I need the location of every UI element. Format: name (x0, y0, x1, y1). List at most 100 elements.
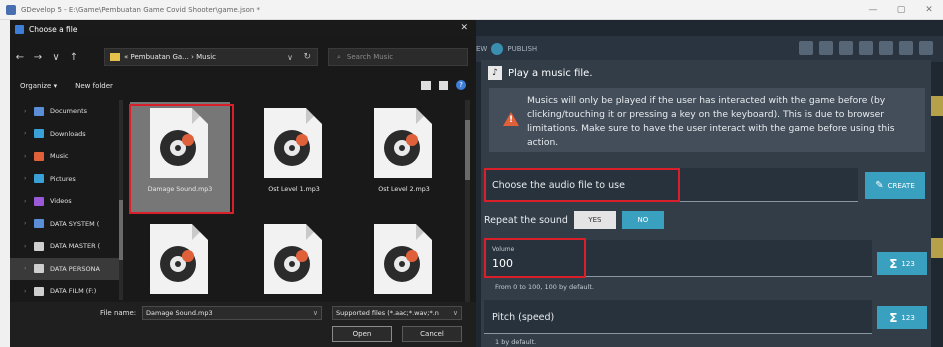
file-tile[interactable] (130, 218, 230, 302)
expand-arrow-icon[interactable]: › (24, 220, 34, 227)
nav-item-label: Videos (50, 197, 72, 205)
minimize-button[interactable]: — (859, 0, 887, 20)
view-options-icon[interactable] (421, 80, 431, 90)
chooser-footer: File name: Damage Sound.mp3 ∨ Supported … (10, 302, 476, 347)
open-button[interactable]: Open (332, 326, 392, 342)
forward-button[interactable]: → (30, 52, 46, 63)
chevron-down-icon[interactable]: ∨ (313, 309, 318, 317)
dialog-header: ♪ Play a music file. (481, 60, 931, 86)
back-button[interactable]: ← (12, 52, 28, 63)
undo-icon[interactable] (899, 41, 913, 55)
expand-arrow-icon[interactable]: › (24, 130, 34, 137)
events-icon[interactable] (799, 41, 813, 55)
nav-item-label: DATA SYSTEM ( (50, 219, 100, 228)
editor-toolbar: EW PUBLISH (470, 36, 943, 62)
pitch-expression-button[interactable]: Σ 123 (877, 306, 927, 329)
expand-arrow-icon[interactable]: › (24, 265, 34, 272)
nav-item[interactable]: › DATA MASTER ( (10, 235, 120, 257)
app-title-bar: GDevelop 5 - E:\Game\Pembuatan Game Covi… (0, 0, 943, 20)
nav-item[interactable]: › Downloads (10, 123, 120, 145)
close-window-button[interactable]: ✕ (915, 0, 943, 20)
expand-arrow-icon[interactable]: › (24, 198, 34, 205)
expand-arrow-icon[interactable]: › (24, 288, 34, 295)
file-tile[interactable] (244, 218, 344, 302)
repeat-yes-button[interactable]: YES (573, 211, 616, 229)
scene-icon[interactable] (819, 41, 833, 55)
pitch-label: Pitch (speed) (492, 312, 555, 323)
file-tile[interactable]: Ost Level 2.mp3 (354, 102, 454, 212)
redo-icon[interactable] (919, 41, 933, 55)
up-button[interactable]: ↑ (66, 52, 82, 63)
folder-icon (34, 219, 44, 228)
disc-accent (182, 250, 194, 262)
add-event-icon[interactable] (859, 41, 873, 55)
nav-item[interactable]: › Documents (10, 100, 120, 122)
volume-expression-button[interactable]: Σ 123 (877, 252, 927, 275)
pencil-icon: ✎ (875, 180, 884, 191)
folder-icon (34, 106, 44, 116)
cancel-button[interactable]: Cancel (402, 326, 462, 342)
nav-item[interactable]: › DATA FILM (F:) (10, 280, 120, 302)
nav-item[interactable]: › DATA PERSONA (10, 257, 120, 280)
nav-item-label: Downloads (50, 129, 86, 138)
volume-helper: From 0 to 100, 100 by default. (495, 283, 594, 291)
create-button[interactable]: ✎ CREATE (865, 172, 925, 199)
repeat-row: Repeat the sound YES NO (484, 210, 664, 230)
audio-file-icon (264, 224, 322, 294)
breadcrumb[interactable]: « Pembuatan Ga... › Music (124, 53, 216, 61)
file-name-label: File name: (100, 309, 137, 317)
music-note-icon: ♪ (488, 66, 502, 80)
nav-item[interactable]: › DATA SYSTEM ( (10, 213, 120, 235)
folder-icon (34, 264, 44, 273)
expand-arrow-icon[interactable]: › (24, 243, 34, 250)
address-bar[interactable]: « Pembuatan Ga... › Music ∨ ↻ (104, 48, 318, 66)
folder-icon (34, 129, 44, 138)
disc-accent (296, 134, 308, 146)
file-tile[interactable]: Ost Level 1.mp3 (244, 102, 344, 212)
sigma-label: 123 (901, 313, 915, 322)
file-type-value: Supported files (*.aac;*.wav;*.n (336, 309, 439, 317)
file-tile[interactable] (354, 218, 454, 302)
pitch-field[interactable]: Pitch (speed) (484, 300, 872, 334)
new-folder-button[interactable]: New folder (75, 82, 113, 90)
disc-accent (406, 134, 418, 146)
recent-locations-button[interactable]: ∨ (48, 52, 64, 63)
file-type-select[interactable]: Supported files (*.aac;*.wav;*.n ∨ (332, 306, 462, 320)
nav-item[interactable]: › Pictures (10, 168, 120, 190)
file-grid-scrollbar[interactable] (465, 100, 470, 302)
dialog-title: Play a music file. (508, 67, 593, 79)
scrollbar-thumb[interactable] (119, 200, 123, 260)
expand-arrow-icon[interactable]: › (24, 153, 34, 160)
scrollbar-thumb[interactable] (465, 120, 470, 180)
help-icon[interactable]: ? (456, 80, 466, 90)
refresh-icon[interactable]: ↻ (303, 52, 311, 62)
sigma-label: 123 (901, 259, 915, 268)
view-controls: ? (421, 80, 466, 90)
search-input[interactable]: ⌕ Search Music (328, 48, 468, 66)
create-label: CREATE (887, 181, 915, 190)
preview-label[interactable]: EW (476, 45, 487, 53)
organize-button[interactable]: Organize ▾ (20, 82, 57, 90)
layers-icon[interactable] (879, 41, 893, 55)
nav-scrollbar[interactable] (119, 100, 123, 300)
repeat-no-button[interactable]: NO (621, 211, 664, 229)
nav-item[interactable]: › Videos (10, 190, 120, 212)
chevron-down-icon[interactable]: ∨ (287, 53, 293, 62)
audio-file-icon (264, 108, 322, 178)
expand-arrow-icon[interactable]: › (24, 175, 34, 182)
vinyl-disc-icon (274, 130, 310, 166)
navigation-bar: ← → ∨ ↑ « Pembuatan Ga... › Music ∨ ↻ ⌕ … (10, 46, 476, 68)
file-name-input[interactable]: Damage Sound.mp3 ∨ (142, 306, 322, 320)
chooser-app-icon (15, 24, 24, 34)
chevron-down-icon[interactable]: ∨ (453, 309, 458, 317)
close-icon[interactable]: ✕ (460, 23, 468, 33)
nav-item[interactable]: › Music (10, 145, 120, 167)
expand-arrow-icon[interactable]: › (24, 108, 34, 115)
maximize-button[interactable]: ▢ (887, 0, 915, 20)
nav-item-label: DATA FILM (F:) (50, 287, 97, 295)
objects-icon[interactable] (839, 41, 853, 55)
file-name-value: Damage Sound.mp3 (146, 309, 213, 317)
audio-file-icon (374, 224, 432, 294)
publish-button[interactable]: PUBLISH (507, 45, 537, 53)
preview-pane-icon[interactable] (439, 80, 448, 90)
